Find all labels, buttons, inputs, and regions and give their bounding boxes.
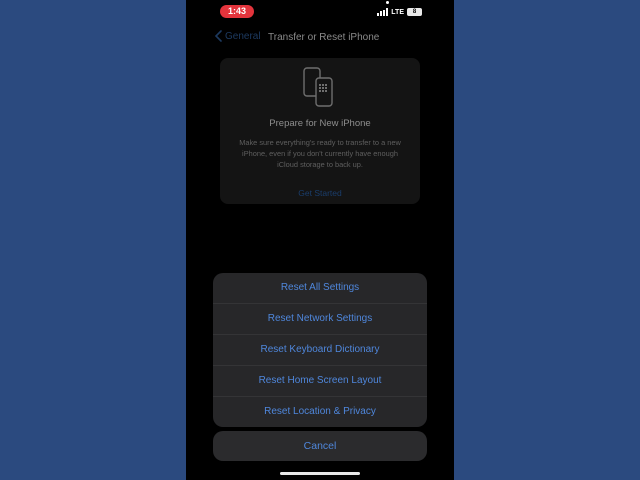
- cancel-button[interactable]: Cancel: [213, 431, 427, 461]
- status-time[interactable]: 1:43: [220, 5, 254, 18]
- prepare-new-iphone-card: Prepare for New iPhone Make sure everyth…: [220, 58, 420, 204]
- back-label: General: [225, 30, 261, 42]
- signal-icon: [377, 8, 389, 16]
- status-bar: 1:43 LTE 8: [186, 0, 454, 24]
- phone-screen: 1:43 LTE 8 General Transfer or Reset iPh…: [186, 0, 454, 480]
- home-indicator[interactable]: [280, 472, 360, 475]
- battery-icon: 8: [407, 8, 422, 16]
- camera-indicator-icon: [386, 1, 389, 4]
- reset-action-sheet: Reset All Settings Reset Network Setting…: [213, 273, 427, 427]
- network-type: LTE: [391, 8, 404, 16]
- prepare-title: Prepare for New iPhone: [269, 118, 371, 129]
- get-started-link[interactable]: Get Started: [220, 188, 420, 198]
- navigation-bar: General Transfer or Reset iPhone: [186, 28, 454, 48]
- reset-network-settings-button[interactable]: Reset Network Settings: [213, 304, 427, 335]
- page-title: Transfer or Reset iPhone: [268, 32, 380, 43]
- reset-keyboard-dictionary-button[interactable]: Reset Keyboard Dictionary: [213, 335, 427, 366]
- back-button[interactable]: General: [214, 30, 261, 42]
- reset-location-privacy-button[interactable]: Reset Location & Privacy: [213, 397, 427, 427]
- prepare-description: Make sure everything's ready to transfer…: [239, 138, 401, 169]
- chevron-left-icon: [214, 30, 222, 42]
- status-indicators: LTE 8: [377, 6, 422, 18]
- reset-all-settings-button[interactable]: Reset All Settings: [213, 273, 427, 304]
- reset-home-screen-layout-button[interactable]: Reset Home Screen Layout: [213, 366, 427, 397]
- transfer-phones-icon: [303, 67, 333, 107]
